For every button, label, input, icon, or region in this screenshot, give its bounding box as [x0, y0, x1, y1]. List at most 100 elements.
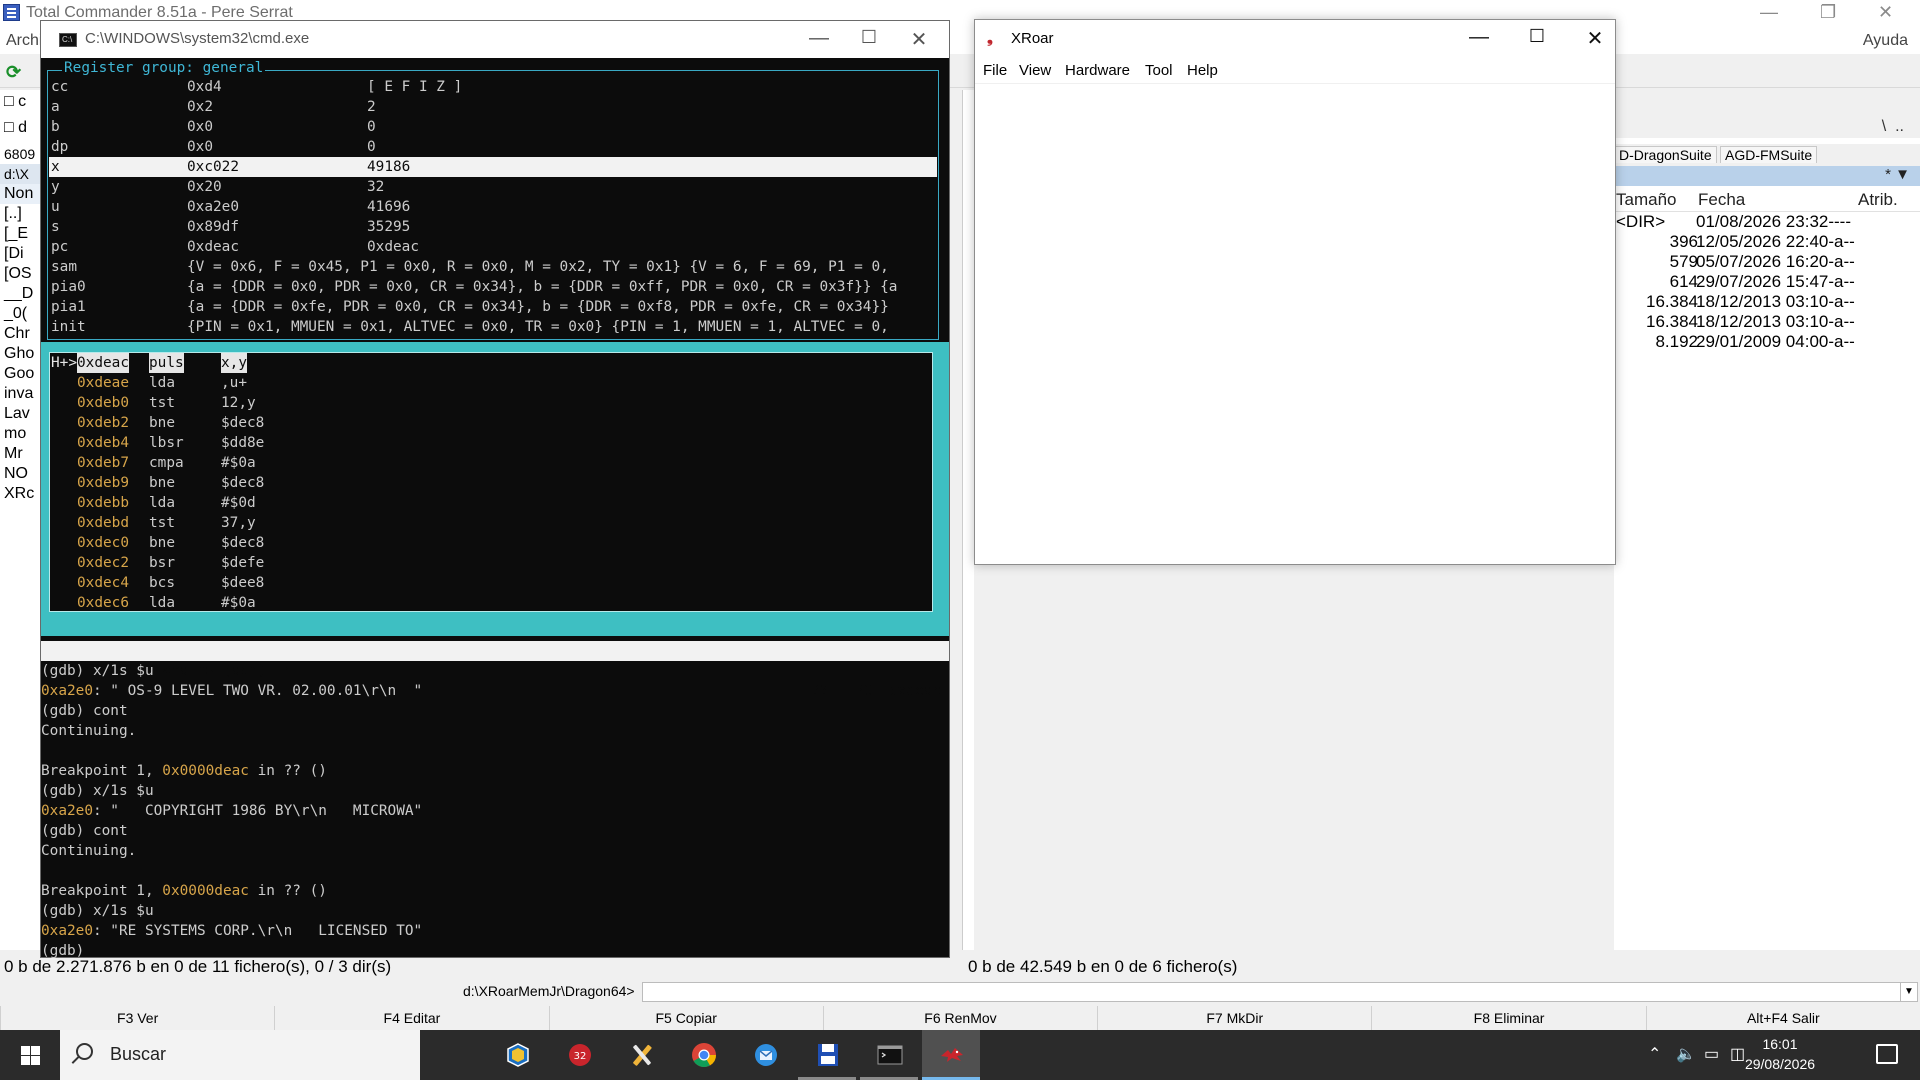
tc-history-dropdown[interactable]: * ▼ [1885, 166, 1910, 183]
taskbar-app-thunderbird[interactable] [736, 1030, 794, 1080]
tc-right-tabs: D-DragonSuite AGD-FMSuite [1614, 144, 1920, 166]
register-row-cc: cc 0xd4 [ E F I Z ] [49, 77, 937, 97]
asm-opcode: lda [149, 375, 175, 391]
cmd-maximize-icon[interactable]: ☐ [849, 27, 889, 48]
col-header-size[interactable]: Tamaño [1616, 190, 1676, 210]
tc-minimize-icon[interactable]: — [1760, 2, 1778, 23]
register-name: u [51, 199, 60, 215]
notification-icon[interactable] [1876, 1044, 1898, 1064]
xroar-minimize-icon[interactable]: — [1459, 26, 1499, 49]
console-address: 0xa2e0 [41, 803, 93, 819]
register-row-dp: dp 0x0 0 [49, 137, 937, 157]
xroar-emulator-screen[interactable] [975, 84, 1615, 564]
system-tray: ⌃ 🔈 ▭ ◫ 16:01 29/08/2026 [1620, 1030, 1920, 1080]
table-row[interactable]: <DIR> 01/08/2026 23:32---- [1614, 212, 1920, 232]
windows-logo-icon [21, 1046, 40, 1065]
taskbar-app-x32[interactable]: 32 [550, 1030, 608, 1080]
menu-hardware[interactable]: Hardware [1065, 62, 1130, 79]
menu-file[interactable]: File [983, 62, 1007, 79]
chevron-up-icon[interactable]: ⌃ [1648, 1044, 1661, 1064]
register-natural-value: 49186 [367, 159, 411, 175]
f5-copy-button[interactable]: F5 Copiar [548, 1006, 823, 1030]
register-name: sam [51, 259, 77, 275]
gdb-console[interactable]: (gdb) x/1s $u 0xa2e0: " OS-9 LEVEL TWO VR… [41, 661, 949, 961]
start-button[interactable] [0, 1030, 60, 1080]
tc-menu-ayuda[interactable]: Ayuda [1863, 32, 1908, 50]
console-line: Continuing. [41, 841, 949, 861]
console-line: (gdb) cont [41, 821, 949, 841]
col-header-date[interactable]: Fecha [1698, 190, 1745, 210]
refresh-icon[interactable]: ⟳ [6, 62, 21, 83]
register-natural-value: 0 [367, 119, 376, 135]
asm-address: 0xdec4 [77, 575, 129, 591]
tools-app-icon [633, 1044, 652, 1066]
tc-right-root-button[interactable]: \ .. [1882, 118, 1904, 136]
col-header-attr[interactable]: Atrib. [1858, 190, 1898, 210]
tc-right-pathbar[interactable]: * ▼ [1614, 166, 1920, 186]
tab-agd-fmsuite[interactable]: AGD-FMSuite [1720, 146, 1818, 163]
taskbar-app-chrome[interactable] [674, 1030, 732, 1080]
tc-right-column-header: Tamaño Fecha Atrib. [1614, 188, 1920, 212]
register-natural-value: [ E F I Z ] [367, 79, 463, 95]
volume-icon[interactable]: 🔈 [1676, 1044, 1696, 1064]
console-text: (gdb) x/1s $u [41, 783, 154, 799]
tc-restore-icon[interactable]: ❐ [1820, 2, 1836, 23]
asm-address: 0xdebb [77, 495, 129, 511]
console-line: (gdb) cont [41, 701, 949, 721]
tc-command-input[interactable] [642, 982, 1904, 1002]
tab-dragonsuite[interactable]: D-DragonSuite [1614, 146, 1717, 163]
console-text: (gdb) cont [41, 703, 128, 719]
taskbar-app-total-commander[interactable] [798, 1030, 856, 1080]
chevron-down-icon[interactable]: ▼ [1900, 982, 1918, 1002]
f7-mkdir-button[interactable]: F7 MkDir [1097, 1006, 1371, 1030]
menu-help[interactable]: Help [1187, 62, 1218, 79]
tc-right-drivebar: \ .. [1614, 114, 1920, 138]
cmd-minimize-icon[interactable]: — [799, 27, 839, 50]
table-row[interactable]: 16.384 18/12/2013 03:10-a-- [1614, 292, 1920, 312]
asm-address: 0xdec0 [77, 535, 129, 551]
f4-edit-button[interactable]: F4 Editar [274, 1006, 548, 1030]
cmd-terminal[interactable]: Register group: general cc 0xd4 [ E F I Z … [41, 58, 949, 959]
table-row[interactable]: 16.384 18/12/2013 03:10-a-- [1614, 312, 1920, 332]
taskbar-app-cmd[interactable] [860, 1030, 918, 1080]
xroar-maximize-icon[interactable]: ☐ [1517, 26, 1557, 47]
table-row[interactable]: 396 12/05/2026 22:40-a-- [1614, 232, 1920, 252]
register-name: b [51, 119, 60, 135]
taskbar-app-virtualbox[interactable] [488, 1030, 546, 1080]
register-row-a: a 0x2 2 [49, 97, 937, 117]
asm-address: 0xdeae [77, 375, 129, 391]
console-text: Continuing. [41, 843, 137, 859]
console-line: 0xa2e0: " COPYRIGHT 1986 BY\r\n MICROWA" [41, 801, 949, 821]
register-natural-value: 0 [367, 139, 376, 155]
svg-text:32: 32 [574, 1051, 587, 1062]
table-row[interactable]: 579 05/07/2026 16:20-a-- [1614, 252, 1920, 272]
taskbar-app-xroar[interactable] [922, 1030, 980, 1080]
cmd-titlebar[interactable]: C:\ C:\WINDOWS\system32\cmd.exe — ☐ ✕ [41, 21, 949, 58]
f8-delete-button[interactable]: F8 Eliminar [1371, 1006, 1645, 1030]
total-commander-icon [818, 1044, 838, 1066]
tc-close-icon[interactable]: ✕ [1878, 2, 1893, 23]
xroar-close-icon[interactable]: ✕ [1575, 26, 1615, 51]
cmd-window: C:\ C:\WINDOWS\system32\cmd.exe — ☐ ✕ Re… [40, 20, 950, 959]
menu-view[interactable]: View [1019, 62, 1051, 79]
menu-tool[interactable]: Tool [1145, 62, 1173, 79]
register-row-x: x 0xc022 49186 [49, 157, 937, 177]
register-hex-value: 0xd4 [187, 79, 222, 95]
taskbar-search[interactable]: Buscar [60, 1030, 420, 1080]
clock-date[interactable]: 29/08/2026 [1735, 1056, 1825, 1072]
xroar-titlebar[interactable]: ❟ XRoar — ☐ ✕ [975, 20, 1615, 58]
console-line: Breakpoint 1, 0x0000deac in ?? () [41, 881, 949, 901]
taskbar-app-tools[interactable] [612, 1030, 670, 1080]
console-text: : " COPYRIGHT 1986 BY\r\n MICROWA" [92, 803, 423, 819]
table-row[interactable]: 8.192 29/01/2009 04:00-a-- [1614, 332, 1920, 352]
alt-f4-exit-button[interactable]: Alt+F4 Salir [1645, 1006, 1920, 1030]
cmd-close-icon[interactable]: ✕ [899, 27, 939, 52]
clock-time[interactable]: 16:01 [1735, 1036, 1825, 1052]
table-row[interactable]: 614 29/07/2026 15:47-a-- [1614, 272, 1920, 292]
battery-icon[interactable]: ▭ [1704, 1044, 1719, 1064]
register-name: s [51, 219, 60, 235]
f3-view-button[interactable]: F3 Ver [0, 1006, 274, 1030]
register-name: pc [51, 239, 69, 255]
f6-move-button[interactable]: F6 RenMov [822, 1006, 1097, 1030]
asm-address: 0xdec2 [77, 555, 129, 571]
